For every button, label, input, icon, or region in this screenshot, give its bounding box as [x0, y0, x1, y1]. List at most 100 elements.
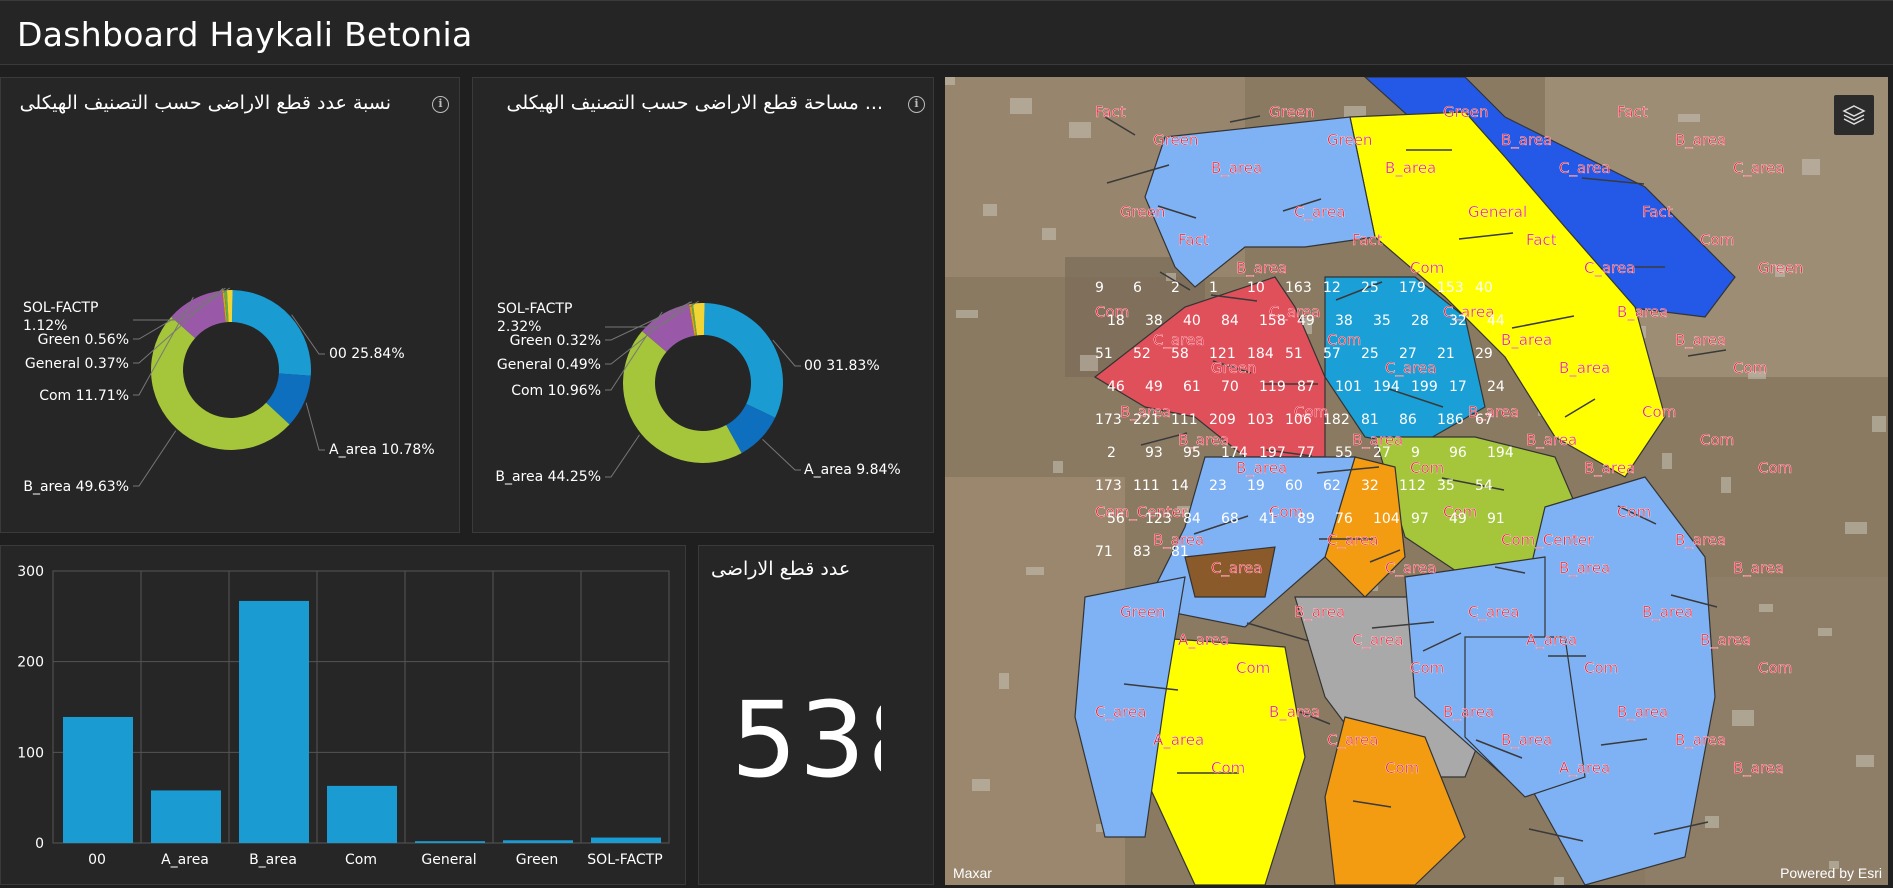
map-parcel-label: Com: [1410, 459, 1444, 477]
x-tick-label: Green: [516, 852, 558, 868]
parcel-map[interactable]: Fact Green B_area Green Green B_area Green B_ar…: [945, 77, 1888, 885]
building: [1818, 628, 1832, 636]
pie-label: B_area 44.25%: [495, 469, 601, 485]
count-pie-chart[interactable]: 00 25.84% A_area 10.78% B_area 49.63% Com 1…: [1, 108, 461, 528]
map-parcel-number: 84: [1221, 313, 1239, 329]
map-parcel-label: B_area: [1501, 131, 1552, 150]
map-parcel-label: Fact: [1178, 231, 1209, 249]
map-parcel-number: 9: [1411, 445, 1420, 461]
map-parcel-label: B_area: [1675, 531, 1726, 550]
map-parcel-number: 199: [1411, 379, 1438, 395]
bar-b_area[interactable]: [239, 600, 309, 843]
map-parcel-label: Green: [1758, 259, 1803, 277]
map-parcel-label: Com: [1733, 359, 1767, 377]
bar-chart[interactable]: 0 100 200 300 00 A_area B_area Com General Green S…: [1, 546, 687, 886]
pie-slice-b_area[interactable]: [623, 331, 742, 463]
map-parcel-label: A_area: [1526, 631, 1577, 650]
map-parcel-number: 9: [1095, 280, 1104, 296]
map-parcel-number: 76: [1335, 511, 1353, 527]
map-parcel-number: 49: [1145, 379, 1163, 395]
map-parcel-number: 184: [1247, 346, 1274, 362]
map-parcel-label: B_area: [1675, 331, 1726, 350]
pie-slice-00[interactable]: [703, 303, 783, 418]
map-attribution-source: Maxar: [953, 865, 992, 881]
map-parcel-number: 27: [1373, 445, 1391, 461]
map-parcel-label: Green: [1120, 603, 1165, 621]
building: [956, 310, 978, 318]
y-tick-label: 300: [17, 564, 44, 580]
map-parcel-number: 104: [1373, 511, 1400, 527]
count-pie-panel: نسبة عدد قطع الاراضى حسب التصنيف الهيكلى…: [0, 77, 460, 533]
x-tick-label: B_area: [249, 852, 297, 868]
map-parcel-number: 44: [1487, 313, 1505, 329]
map-parcel-number: 40: [1183, 313, 1201, 329]
bar-green[interactable]: [503, 840, 573, 843]
pie-label: SOL-FACTP: [23, 300, 98, 316]
map-parcel-number: 55: [1335, 445, 1353, 461]
bar-sol-factp[interactable]: [591, 837, 661, 843]
x-tick-label: SOL-FACTP: [587, 852, 662, 868]
map-parcel-label: C_area: [1559, 159, 1610, 178]
map-parcel-number: 84: [1183, 511, 1201, 527]
map-parcel-label: A_area: [1559, 759, 1610, 778]
map-parcel-number: 14: [1171, 478, 1189, 494]
map-parcel-label: B_area: [1642, 603, 1693, 622]
map-parcel-number: 21: [1437, 346, 1455, 362]
map-parcel-number: 173: [1095, 478, 1122, 494]
map-parcel-label: B_area: [1617, 703, 1668, 722]
map-parcel-number: 51: [1285, 346, 1303, 362]
pie-label: 1.12%: [23, 318, 67, 334]
bar-00[interactable]: [63, 716, 133, 843]
map-parcel-number: 111: [1133, 478, 1160, 494]
map-parcel-number: 38: [1335, 313, 1353, 329]
map-parcel-number: 35: [1437, 478, 1455, 494]
map-parcel-label: Green: [1443, 103, 1488, 121]
indicator-panel: عدد قطع الاراضى 538: [698, 545, 934, 885]
map-parcel-label: B_area: [1584, 459, 1635, 478]
map-parcel-label: B_area: [1733, 559, 1784, 578]
map-view[interactable]: Fact Green B_area Green Green B_area Green B_ar…: [945, 77, 1888, 885]
map-parcel-number: 83: [1133, 544, 1151, 560]
x-tick-label: Com: [345, 852, 377, 868]
map-parcel-label: Com: [1758, 659, 1792, 677]
pie-label: A_area 10.78%: [329, 442, 435, 458]
map-parcel-number: 103: [1247, 412, 1274, 428]
building: [1026, 567, 1044, 575]
map-parcel-label: Com: [1758, 459, 1792, 477]
map-parcel-number: 2: [1171, 280, 1180, 296]
area-pie-panel: ... مساحة قطع الاراضى حسب التصنيف الهيكل…: [472, 77, 934, 533]
pie-label: Green 0.32%: [510, 333, 601, 349]
map-attribution-esri[interactable]: Powered by Esri: [1780, 865, 1882, 881]
bar-a_area[interactable]: [151, 790, 221, 843]
map-parcel-label: Com: [1385, 759, 1419, 777]
layers-button[interactable]: [1834, 95, 1874, 135]
map-parcel-number: 52: [1133, 346, 1151, 362]
area-pie-chart[interactable]: 00 31.83% A_area 9.84% B_area 44.25% Com 10…: [473, 108, 935, 528]
bar-com[interactable]: [327, 785, 397, 843]
map-parcel-number: 57: [1323, 346, 1341, 362]
building: [1010, 98, 1032, 114]
map-parcel-number: 97: [1411, 511, 1429, 527]
pie-label: Green 0.56%: [38, 332, 129, 348]
map-parcel-label: C_area: [1327, 731, 1378, 750]
building: [1662, 453, 1672, 469]
map-parcel-number: 49: [1297, 313, 1315, 329]
x-tick-label: 00: [88, 852, 106, 868]
map-parcel-number: 12: [1323, 280, 1341, 296]
map-parcel-label: C_area: [1733, 159, 1784, 178]
map-parcel-number: 89: [1297, 511, 1315, 527]
pie-slice-00[interactable]: [231, 290, 311, 376]
y-tick-label: 0: [35, 836, 44, 852]
map-parcel-number: 54: [1475, 478, 1493, 494]
pie-label: General 0.49%: [497, 357, 601, 373]
map-parcel-number: 32: [1449, 313, 1467, 329]
map-parcel-label: Com: [1211, 759, 1245, 777]
map-parcel-label: Fact: [1617, 103, 1648, 121]
pie-leader-line: [305, 402, 325, 451]
map-parcel-number: 2: [1107, 445, 1116, 461]
map-parcel-label: B_area: [1236, 459, 1287, 478]
map-parcel-number: 35: [1373, 313, 1391, 329]
bar-general[interactable]: [415, 841, 485, 843]
map-parcel-number: 91: [1487, 511, 1505, 527]
map-parcel-number: 62: [1323, 478, 1341, 494]
